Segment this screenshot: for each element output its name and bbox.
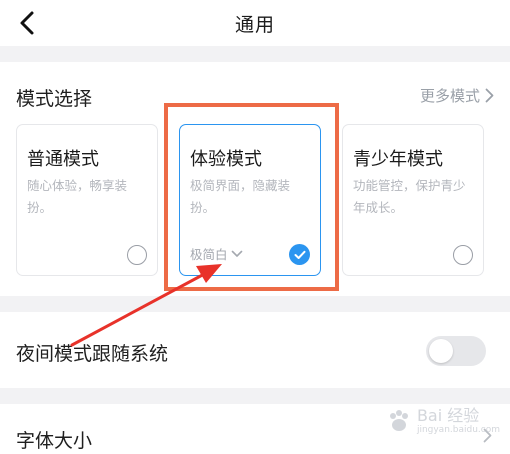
mode-card-title: 青少年模式 bbox=[353, 149, 443, 170]
mode-card-title: 体验模式 bbox=[190, 149, 262, 170]
mode-card-normal[interactable]: 普通模式 随心体验，畅享装扮。 bbox=[16, 124, 158, 276]
top-bar: 通用 bbox=[0, 0, 510, 46]
mode-card-experience[interactable]: 体验模式 极简界面，隐藏装扮。 极简白 bbox=[179, 124, 321, 276]
mode-card-description: 功能管控，保护青少年成长。 bbox=[353, 178, 466, 215]
night-mode-toggle[interactable] bbox=[426, 336, 486, 366]
theme-dropdown-label: 极简白 bbox=[190, 247, 228, 262]
mode-card-title: 普通模式 bbox=[27, 149, 99, 170]
page-title: 通用 bbox=[234, 13, 275, 36]
theme-dropdown[interactable]: 极简白 bbox=[190, 244, 243, 263]
night-mode-row: 夜间模式跟随系统 bbox=[0, 312, 510, 388]
chevron-right-icon bbox=[483, 428, 492, 443]
mode-card-description: 随心体验，畅享装扮。 bbox=[27, 178, 128, 215]
font-size-label: 字体大小 bbox=[16, 430, 93, 452]
more-modes-label: 更多模式 bbox=[419, 87, 480, 105]
chevron-left-icon bbox=[20, 11, 34, 35]
mode-card-description: 极简界面，隐藏装扮。 bbox=[190, 178, 291, 215]
settings-page: 通用 模式选择 更多模式 普通模式 随心体验，畅享装扮。 体验模式 极简界面，隐… bbox=[0, 0, 510, 454]
radio-button[interactable] bbox=[453, 245, 473, 265]
night-mode-label: 夜间模式跟随系统 bbox=[16, 343, 169, 365]
more-modes-link[interactable]: 更多模式 bbox=[420, 85, 494, 106]
back-button[interactable] bbox=[10, 6, 44, 40]
mode-card-teen[interactable]: 青少年模式 功能管控，保护青少年成长。 bbox=[342, 124, 484, 276]
mode-selection-section: 模式选择 更多模式 普通模式 随心体验，畅享装扮。 体验模式 极简界面，隐藏装扮… bbox=[0, 62, 510, 296]
checkmark-icon[interactable] bbox=[289, 244, 310, 265]
toggle-knob bbox=[429, 339, 453, 363]
font-size-row[interactable]: 字体大小 bbox=[0, 404, 510, 454]
radio-button[interactable] bbox=[127, 245, 147, 265]
chevron-right-icon bbox=[485, 88, 494, 103]
chevron-down-icon bbox=[231, 250, 242, 257]
mode-section-title: 模式选择 bbox=[16, 88, 93, 110]
